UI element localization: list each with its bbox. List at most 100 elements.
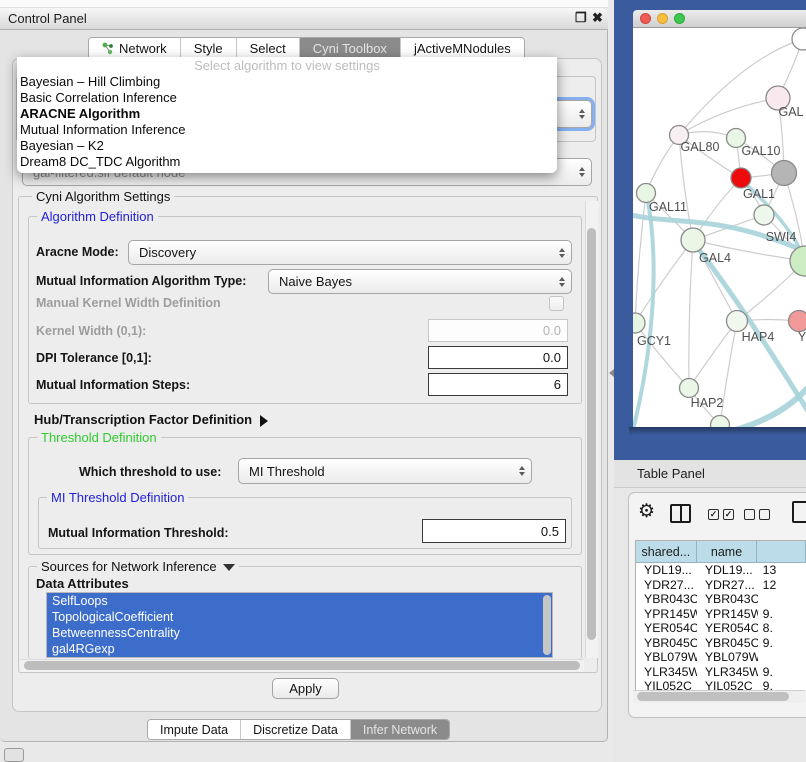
table-row[interactable]: YBR043CYBR043C — [636, 592, 806, 607]
network-node[interactable] — [790, 246, 806, 276]
network-node[interactable] — [633, 313, 645, 333]
network-node[interactable] — [680, 379, 699, 398]
table-cell: YBL079W — [636, 650, 697, 665]
data-attributes-list[interactable]: SelfLoopsTopologicalCoefficientBetweenne… — [46, 592, 553, 658]
table-cell: 12 — [758, 578, 806, 593]
threshold-definition-title: Threshold Definition — [37, 430, 161, 445]
aracne-mode-select[interactable]: Discovery — [128, 240, 572, 265]
algorithm-option[interactable]: Mutual Information Inference — [17, 122, 557, 138]
manual-kernel-label: Manual Kernel Width Definition — [36, 296, 221, 310]
column-header[interactable]: name — [697, 541, 758, 563]
network-node-label: Y — [798, 330, 806, 344]
table-row[interactable]: YER054CYER054C8. — [636, 621, 806, 636]
table-row[interactable]: YDR27...YDR27...12 — [636, 578, 806, 593]
network-window-titlebar[interactable] — [633, 10, 806, 28]
network-node-label: SWI4 — [766, 230, 797, 244]
table-cell — [758, 592, 806, 607]
table-cell: 9. — [758, 636, 806, 651]
network-node-label: GCY1 — [637, 334, 671, 348]
combo-stepper-icon — [573, 109, 591, 119]
kernel-width-field[interactable]: 0.0 — [428, 319, 568, 342]
float-window-icon[interactable]: ❐ — [575, 10, 587, 26]
tab-infer-network[interactable]: Infer Network — [351, 720, 449, 739]
collapsed-caret-icon — [260, 415, 268, 427]
algorithm-option[interactable]: Bayesian – Hill Climbing — [17, 74, 557, 90]
apply-button[interactable]: Apply — [272, 678, 339, 699]
which-threshold-label: Which threshold to use: — [79, 465, 221, 479]
network-node[interactable] — [711, 416, 730, 428]
table-row[interactable]: YIL052CYIL052C9. — [636, 679, 806, 690]
minimize-traffic-light-icon[interactable] — [657, 13, 668, 24]
sources-toggle[interactable]: Sources for Network Inference — [37, 559, 239, 574]
table-row[interactable]: YBR045CYBR045C9. — [636, 636, 806, 651]
docked-panel-icon[interactable] — [4, 748, 24, 762]
table-cell: YPR145W — [697, 607, 758, 622]
mi-type-select[interactable]: Naive Bayes — [268, 269, 572, 294]
tab-discretize-data[interactable]: Discretize Data — [241, 720, 351, 739]
network-node[interactable] — [789, 311, 806, 332]
tab-style[interactable]: Style — [181, 38, 237, 59]
network-edge — [635, 193, 646, 323]
tab-label: Cyni Toolbox — [313, 41, 387, 56]
table-horizontal-scrollbar-thumb[interactable] — [637, 692, 789, 701]
table-cell: YDL19... — [636, 563, 697, 578]
network-node[interactable] — [731, 168, 751, 188]
network-node[interactable] — [792, 28, 806, 50]
tab-select[interactable]: Select — [237, 38, 300, 59]
algorithm-option[interactable]: Bayesian – K2 — [17, 138, 557, 154]
close-traffic-light-icon[interactable] — [640, 13, 651, 24]
attribute-item[interactable]: gal4RGexp — [47, 641, 552, 657]
attributes-list-scrollbar[interactable] — [543, 595, 551, 655]
tab-impute-data[interactable]: Impute Data — [148, 720, 241, 739]
table-cell: YBR045C — [697, 636, 758, 651]
app-root: Control Panel ❐ ✖ Network Style Select Cyni… — [0, 0, 806, 762]
cyni-mode-tabbar: Impute DataDiscretize DataInfer Network — [147, 719, 450, 740]
table-row[interactable]: YPR145WYPR145W9. — [636, 607, 806, 622]
table-row[interactable]: YBL079WYBL079W — [636, 650, 806, 665]
tab-label: jActiveMNodules — [414, 41, 511, 56]
table-cell: YIL052C — [636, 679, 697, 690]
table-cell: YLR345W — [697, 665, 758, 680]
which-threshold-select[interactable]: MI Threshold — [238, 458, 532, 484]
manual-kernel-checkbox[interactable] — [549, 296, 564, 311]
network-view-canvas[interactable]: GALGAL80GAL10GAL1GAL11SWI4GAL4GCY1HAP4YH… — [633, 28, 806, 427]
column-chooser-icon[interactable] — [670, 504, 691, 523]
column-header[interactable]: shared... — [636, 541, 697, 563]
network-node[interactable] — [727, 311, 748, 332]
tab-cyni-toolbox[interactable]: Cyni Toolbox — [300, 38, 401, 59]
network-node[interactable] — [681, 228, 705, 252]
column-header[interactable] — [757, 541, 806, 563]
kernel-width-label: Kernel Width (0,1): — [36, 324, 146, 338]
zoom-traffic-light-icon[interactable] — [674, 13, 685, 24]
tab-label: Style — [194, 41, 223, 56]
select-all-rows-icon[interactable]: ✓✓ — [708, 509, 734, 520]
export-table-icon[interactable] — [792, 501, 806, 523]
hub-definition-toggle[interactable]: Hub/Transcription Factor Definition — [34, 412, 268, 427]
table-panel-header: Table Panel — [614, 460, 806, 488]
attribute-item[interactable]: BetweennessCentrality — [47, 625, 552, 641]
control-panel-title: Control Panel — [8, 11, 87, 26]
algorithm-option[interactable]: Dream8 DC_TDC Algorithm — [17, 154, 557, 170]
algorithm-option[interactable]: ARACNE Algorithm — [17, 106, 557, 122]
mi-threshold-field[interactable]: 0.5 — [422, 519, 566, 543]
table-row[interactable]: YDL19...YDL19...13 — [636, 563, 806, 578]
dpi-tolerance-field[interactable]: 0.0 — [428, 346, 568, 369]
settings-vertical-scrollbar-thumb[interactable] — [587, 228, 596, 640]
network-node[interactable] — [772, 161, 797, 186]
deselect-all-rows-icon[interactable] — [744, 509, 770, 520]
sources-title: Sources for Network Inference — [41, 559, 217, 574]
table-cell: 9. — [758, 665, 806, 680]
table-settings-gear-icon[interactable]: ⚙ — [638, 500, 655, 523]
table-row[interactable]: YLR345WYLR345W9. — [636, 665, 806, 680]
data-attributes-label: Data Attributes — [36, 576, 129, 591]
algorithm-option[interactable]: Basic Correlation Inference — [17, 90, 557, 106]
settings-horizontal-scrollbar-thumb[interactable] — [24, 661, 580, 670]
attribute-item[interactable]: SelfLoops — [47, 593, 552, 609]
attribute-item[interactable]: TopologicalCoefficient — [47, 609, 552, 625]
close-window-icon[interactable]: ✖ — [592, 10, 603, 26]
network-node[interactable] — [754, 205, 774, 225]
tab-network[interactable]: Network — [89, 38, 181, 59]
mi-steps-field[interactable]: 6 — [428, 373, 568, 396]
tab-jactivemnodules[interactable]: jActiveMNodules — [401, 38, 524, 59]
mi-threshold-group-title: MI Threshold Definition — [47, 490, 188, 505]
